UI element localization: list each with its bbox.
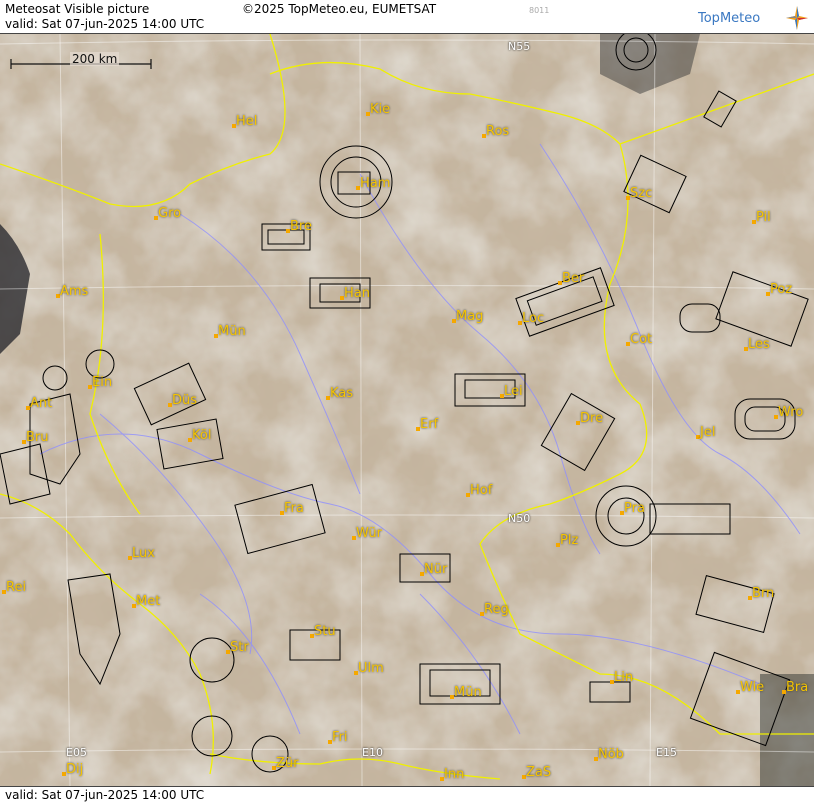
city-label-ulm: Ulm: [358, 661, 384, 676]
city-label-les: Les: [748, 337, 770, 352]
scale-label: 200 km: [70, 52, 120, 66]
city-label-zas: ZaS: [526, 765, 552, 780]
city-label-ros: Ros: [486, 124, 510, 139]
city-label-bra: Bra: [786, 680, 809, 695]
satellite-map-viewer: Meteosat Visible picture valid: Sat 07-j…: [0, 0, 814, 802]
city-label-nur: Nür: [424, 562, 448, 577]
city-label-zur: Zür: [276, 756, 299, 771]
city-label-bru: Bru: [26, 430, 49, 445]
topmeteo-logo[interactable]: TopMeteo: [698, 6, 808, 30]
city-label-gro: Gro: [158, 206, 182, 221]
grid-label-e05: E05: [66, 746, 87, 759]
city-label-inn: Inn: [444, 767, 465, 782]
scale-bar: 200 km: [10, 52, 152, 69]
city-label-han: Han: [344, 286, 370, 301]
city-label-ant: Ant: [30, 396, 53, 411]
city-label-kas: Kas: [330, 386, 354, 401]
city-label-ber: Ber: [562, 271, 585, 286]
grid-label-n55: N55: [508, 40, 531, 53]
city-label-mun2: Mün: [454, 685, 482, 700]
city-label-rei: Rei: [6, 580, 27, 595]
city-label-bre: Bre: [290, 219, 312, 234]
logo-text: TopMeteo: [698, 11, 761, 26]
city-label-hel: Hel: [236, 114, 258, 129]
city-label-wur: Wür: [356, 526, 382, 541]
copyright-text: ©2025 TopMeteo.eu, EUMETSAT: [242, 2, 437, 16]
city-label-kol: Köl: [192, 428, 212, 443]
city-label-poz: Poz: [770, 282, 793, 297]
city-label-brn: Brn: [752, 586, 775, 601]
city-label-fri: Fri: [332, 730, 348, 745]
image-code: 8011: [529, 6, 550, 15]
city-label-wro: Wro: [778, 405, 804, 420]
city-label-szc: Szc: [630, 186, 653, 201]
city-label-met: Met: [136, 594, 161, 609]
city-label-mun: Mün: [218, 324, 246, 339]
city-label-ein: Ein: [92, 375, 113, 390]
city-label-str: Str: [230, 640, 249, 655]
city-label-mag: Mag: [456, 309, 484, 324]
city-label-loc: Loc: [522, 311, 545, 326]
city-label-wie: Wie: [740, 680, 765, 695]
compass-star-icon: [786, 6, 808, 30]
city-label-dus: Düs: [172, 393, 198, 408]
city-label-lin: Lin: [614, 670, 634, 685]
satellite-image: [0, 34, 814, 786]
city-label-reg: Reg: [484, 602, 509, 617]
city-label-fra: Fra: [284, 501, 304, 516]
valid-time-top: valid: Sat 07-jun-2025 14:00 UTC: [5, 17, 205, 31]
city-label-pra: Pra: [624, 501, 645, 516]
city-label-plz: Plz: [560, 533, 579, 548]
city-label-hof: Hof: [470, 483, 493, 498]
city-label-nob: Nöb: [598, 747, 624, 762]
valid-time-bottom: valid: Sat 07-jun-2025 14:00 UTC: [5, 788, 205, 802]
city-label-ham: Ham: [360, 176, 391, 191]
city-label-lei: Lei: [504, 384, 523, 399]
city-label-pil: Pil: [756, 210, 771, 225]
city-label-ams: Ams: [60, 284, 89, 299]
city-label-stu: Stu: [314, 624, 336, 639]
map-title: Meteosat Visible picture: [5, 2, 150, 16]
city-label-jel: Jel: [700, 425, 716, 440]
header-bar: Meteosat Visible picture valid: Sat 07-j…: [0, 0, 814, 34]
map-area[interactable]: 200 km Hel Kie Ros Ham Szc Pil Gro Bre Ber Ams Han…: [0, 34, 814, 786]
footer-bar: valid: Sat 07-jun-2025 14:00 UTC: [0, 786, 814, 802]
city-label-dre: Dre: [580, 411, 604, 426]
grid-label-n50: N50: [508, 512, 531, 525]
city-label-cot: Cot: [630, 332, 653, 347]
city-label-kie: Kie: [370, 102, 391, 117]
grid-label-e10: E10: [362, 746, 383, 759]
city-label-erf: Erf: [420, 417, 439, 432]
city-label-lux: Lux: [132, 546, 155, 561]
grid-label-e15: E15: [656, 746, 677, 759]
city-label-dij: Dij: [66, 762, 84, 777]
